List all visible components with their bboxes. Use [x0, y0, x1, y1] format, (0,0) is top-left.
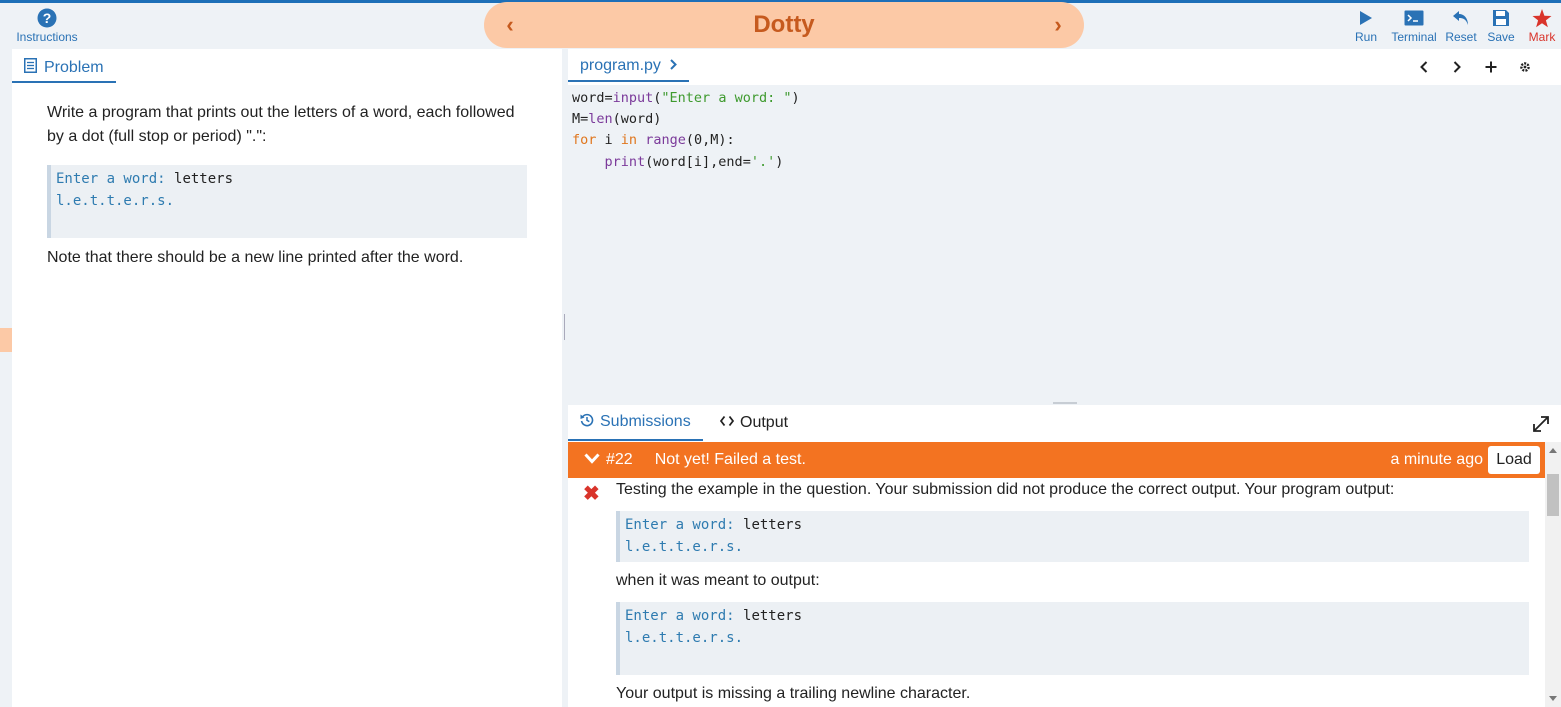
terminal-button[interactable]: Terminal [1390, 6, 1438, 44]
tab-submissions[interactable]: Submissions [568, 405, 703, 441]
problem-body: Write a program that prints out the lett… [47, 101, 527, 270]
settings-button[interactable] [1514, 57, 1536, 77]
expand-icon[interactable] [1531, 414, 1551, 434]
scroll-up-icon[interactable] [1549, 448, 1557, 453]
mark-label: Mark [1528, 30, 1556, 44]
lesson-title-bar: ‹ Dotty › [484, 2, 1084, 48]
save-icon [1492, 6, 1510, 30]
tab-problem-label: Problem [44, 59, 104, 76]
program-output-prompt: Enter a word: [625, 517, 744, 533]
submission-details: ✖ Testing the example in the question. Y… [568, 478, 1545, 707]
submission-status: Not yet! Failed a test. [654, 451, 806, 468]
load-button[interactable]: Load [1488, 446, 1540, 474]
play-icon [1359, 6, 1373, 30]
tab-submissions-label: Submissions [600, 413, 691, 430]
scroll-down-icon[interactable] [1549, 696, 1557, 701]
code-editor[interactable]: word=input("Enter a word: ") M=len(word)… [568, 85, 1561, 405]
chevron-right-icon [670, 57, 677, 75]
instructions-button[interactable]: ? Instructions [15, 6, 79, 44]
expected-output-prompt: Enter a word: [625, 608, 744, 624]
svg-text:?: ? [43, 10, 52, 26]
submission-scrollbar[interactable] [1545, 442, 1561, 707]
left-strip [0, 49, 12, 707]
star-icon [1532, 6, 1552, 30]
expected-output-input: letters [743, 608, 803, 624]
submission-number: #22 [606, 451, 633, 468]
run-label: Run [1354, 30, 1377, 44]
editor-header: program.py [568, 49, 1561, 85]
program-output-input: letters [743, 517, 803, 533]
save-button[interactable]: Save [1486, 6, 1516, 44]
chevron-left-icon [1420, 61, 1428, 73]
program-output-text: l.e.t.t.e.r.s. [625, 539, 744, 555]
scroll-thumb[interactable] [1547, 474, 1559, 516]
editor-resize-grip[interactable] [1053, 402, 1077, 404]
expected-label: when it was meant to output: [616, 572, 820, 589]
reset-label: Reset [1445, 30, 1477, 44]
next-file-button[interactable] [1446, 57, 1468, 77]
chevron-down-icon[interactable] [584, 451, 600, 469]
terminal-label: Terminal [1391, 30, 1437, 44]
tab-output-label: Output [740, 414, 789, 431]
code-line-1: word=input("Enter a word: ") [572, 90, 800, 106]
chevron-right-icon [1453, 61, 1461, 73]
output-tabs: Submissions Output [568, 405, 1561, 443]
instructions-label: Instructions [16, 30, 78, 44]
chevron-right-icon[interactable]: › [1046, 12, 1070, 38]
problem-panel: Problem Write a program that prints out … [12, 49, 562, 707]
plus-icon [1485, 61, 1497, 73]
run-button[interactable]: Run [1352, 6, 1380, 44]
expected-output-box: Enter a word: letters l.e.t.t.e.r.s. [616, 602, 1529, 675]
code-line-2: M=len(word) [572, 111, 662, 127]
history-icon [580, 413, 594, 432]
lesson-title: Dotty [753, 11, 815, 38]
test-message: Testing the example in the question. You… [616, 481, 1395, 498]
tab-output[interactable]: Output [708, 405, 800, 441]
help-icon: ? [37, 6, 57, 30]
undo-icon [1452, 6, 1470, 30]
example-output: l.e.t.t.e.r.s. [56, 193, 175, 209]
problem-intro: Write a program that prints out the lett… [47, 104, 515, 145]
tab-problem[interactable]: Problem [12, 55, 116, 83]
file-tab-program[interactable]: program.py [568, 52, 689, 82]
chevron-left-icon[interactable]: ‹ [498, 12, 522, 38]
code-line-4: print(word[i],end='.') [604, 154, 784, 170]
mark-button[interactable]: Mark [1526, 6, 1558, 44]
file-tab-label: program.py [580, 57, 661, 74]
example-code-box: Enter a word: letters l.e.t.t.e.r.s. [47, 165, 527, 238]
gear-icon [1520, 62, 1530, 72]
example-input: letters [174, 171, 234, 187]
hint-message: Your output is missing a trailing newlin… [616, 685, 971, 702]
expected-output-text: l.e.t.t.e.r.s. [625, 630, 744, 646]
divider-grip[interactable] [564, 314, 565, 340]
save-label: Save [1487, 30, 1515, 44]
program-output-box: Enter a word: letters l.e.t.t.e.r.s. [616, 511, 1529, 562]
document-icon [24, 58, 37, 78]
reset-button[interactable]: Reset [1444, 6, 1478, 44]
submission-header[interactable]: #22 Not yet! Failed a test. a minute ago… [568, 442, 1545, 478]
code-line-3: for i in range(0,M): [572, 132, 735, 148]
example-prompt: Enter a word: [56, 171, 175, 187]
terminal-icon [1404, 6, 1424, 30]
add-file-button[interactable] [1480, 57, 1502, 77]
submission-time: a minute ago [1390, 451, 1483, 468]
problem-note: Note that there should be a new line pri… [47, 249, 464, 266]
progress-marker [0, 328, 12, 352]
code-icon [719, 414, 735, 432]
prev-file-button[interactable] [1413, 57, 1435, 77]
fail-icon: ✖ [583, 483, 600, 505]
